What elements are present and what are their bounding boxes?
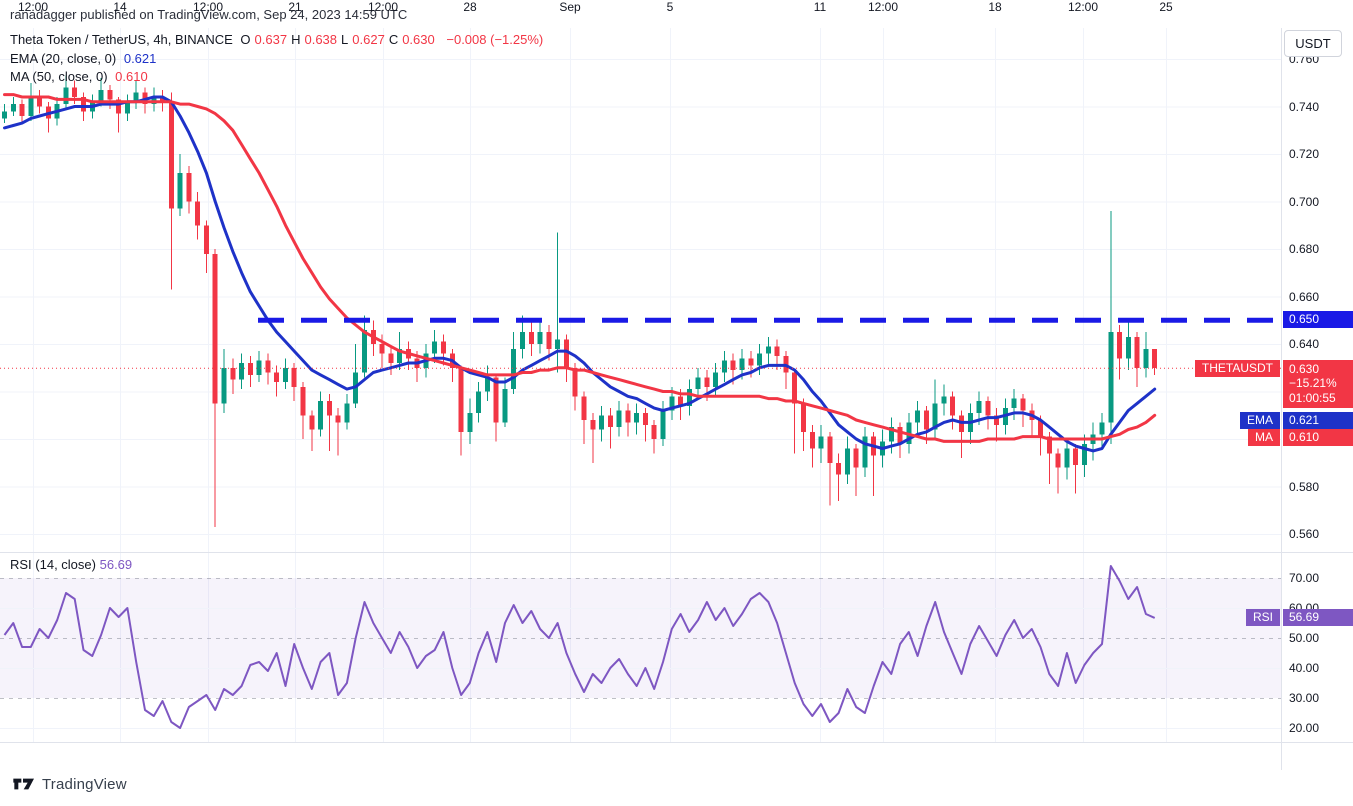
rsi-axis-tag: RSI [1246,609,1280,626]
chart-legend: Theta Token / TetherUS, 4h, BINANCE O 0.6… [10,31,547,87]
price-chart-canvas[interactable] [0,0,1353,806]
axis-tick-label: 0.660 [1289,290,1319,304]
ma-axis-tag: MA [1248,429,1280,446]
ohlc-values: O 0.637H 0.638 L 0.627 C 0.630 [240,32,438,47]
axis-tick-label: 40.00 [1289,661,1319,675]
bar-countdown: 01:00:55 [1289,391,1353,406]
axis-tick-label: 50.00 [1289,631,1319,645]
tradingview-logo-icon [12,774,36,794]
symbol-price-tag: THETAUSDT [1195,360,1280,377]
ema-indicator-label: EMA (20, close, 0) [10,51,116,66]
axis-tick-label: 25 [1136,0,1196,14]
axis-tick-label: 12:00 [178,0,238,14]
last-price-value: 0.630 [1289,362,1353,377]
axis-tick-label: 0.560 [1289,527,1319,541]
axis-tick-label: 12:00 [3,0,63,14]
axis-tick-label: 12:00 [353,0,413,14]
tradingview-published-chart: ranadagger published on TradingView.com,… [0,0,1353,806]
ohlc-number: 0.630 [402,32,435,47]
ohlc-letter: O [240,32,250,47]
ohlc-number: 0.637 [255,32,288,47]
ohlc-letter: C [389,32,398,47]
resistance-level-price-badge: 0.650 [1283,311,1353,328]
change-value: −0.008 (−1.25%) [446,32,543,47]
axis-tick-label: 14 [90,0,150,14]
rsi-legend-row[interactable]: RSI (14, close) 56.69 [10,557,132,572]
last-price-change-pct: −15.21% [1289,376,1353,391]
axis-tick-label: 0.680 [1289,242,1319,256]
axis-tick-label: 21 [265,0,325,14]
rsi-indicator-value: 56.69 [100,557,133,572]
last-price-badge: 0.630 −15.21% 01:00:55 [1283,360,1353,408]
axis-tick-label: 0.720 [1289,147,1319,161]
axis-tick-label: 11 [790,0,850,14]
symbol-title: Theta Token / TetherUS, 4h, BINANCE [10,32,233,47]
axis-tick-label: 0.740 [1289,100,1319,114]
axis-tick-label: 12:00 [853,0,913,14]
axis-tick-label: 5 [640,0,700,14]
axis-tick-label: Sep [540,0,600,14]
axis-tick-label: 12:00 [1053,0,1113,14]
axis-tick-label: 0.700 [1289,195,1319,209]
legend-symbol-row[interactable]: Theta Token / TetherUS, 4h, BINANCE O 0.6… [10,31,547,50]
ohlc-number: 0.627 [352,32,385,47]
currency-unit-button[interactable]: USDT [1284,30,1342,57]
ohlc-letter: H [291,32,300,47]
rsi-axis-value-badge: 56.69 [1283,609,1353,626]
legend-ma-row[interactable]: MA (50, close, 0) 0.610 [10,68,547,87]
ema-axis-tag: EMA [1240,412,1280,429]
axis-tick-label: 18 [965,0,1025,14]
ohlc-letter: L [341,32,348,47]
legend-ema-row[interactable]: EMA (20, close, 0) 0.621 [10,50,547,69]
ema-indicator-value: 0.621 [124,51,157,66]
ma-indicator-label: MA (50, close, 0) [10,69,108,84]
rsi-indicator-label: RSI (14, close) [10,557,96,572]
ohlc-number: 0.638 [304,32,337,47]
axis-tick-label: 20.00 [1289,721,1319,735]
tradingview-brand-link[interactable]: TradingView [12,774,127,794]
axis-tick-label: 0.640 [1289,337,1319,351]
axis-tick-label: 70.00 [1289,571,1319,585]
ma-axis-value-badge: 0.610 [1283,429,1353,446]
axis-tick-label: 30.00 [1289,691,1319,705]
ma-indicator-value: 0.610 [115,69,148,84]
axis-tick-label: 0.580 [1289,480,1319,494]
brand-name: TradingView [42,776,127,793]
ema-axis-value-badge: 0.621 [1283,412,1353,429]
axis-tick-label: 28 [440,0,500,14]
